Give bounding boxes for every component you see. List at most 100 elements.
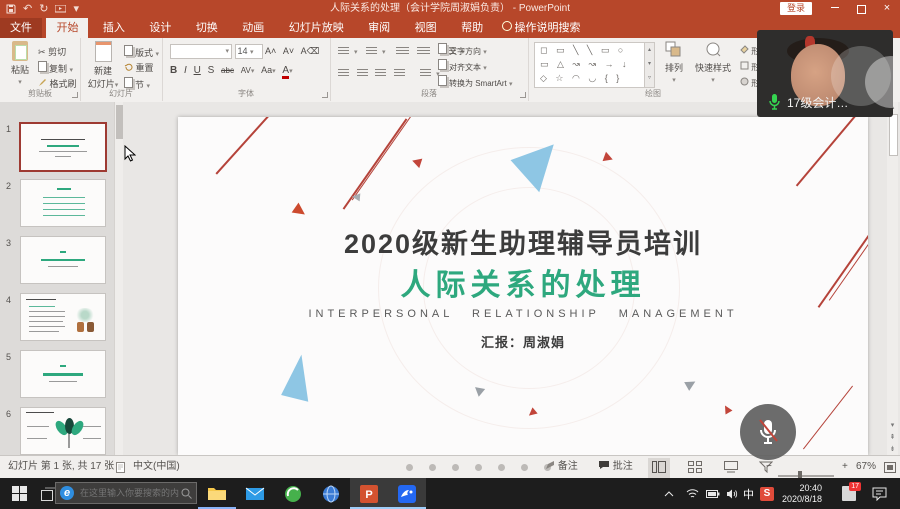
close-button[interactable]: × — [874, 0, 900, 18]
notes-icon — [545, 460, 555, 470]
new-slide-icon — [95, 41, 112, 62]
powerpoint-icon: P — [360, 485, 378, 503]
clipboard-dialog-launcher[interactable] — [72, 92, 78, 98]
file-explorer-button[interactable] — [198, 478, 236, 509]
underline-button[interactable]: U — [194, 65, 201, 76]
thumbnail-slide-1[interactable] — [19, 122, 107, 172]
shrink-font-button[interactable]: A˅ — [283, 46, 294, 56]
layout-button[interactable]: 版式 ▾ — [124, 45, 159, 59]
convert-smartart-button[interactable]: 转换为 SmartArt ▾ — [438, 75, 513, 89]
browser-blue-button[interactable] — [312, 478, 350, 509]
numbering-icon[interactable] — [366, 47, 377, 56]
notification-app-icon[interactable]: 17 — [842, 478, 856, 509]
bold-button[interactable]: B — [170, 65, 177, 76]
ime-indicator[interactable]: 中 — [743, 478, 754, 509]
align-text-button[interactable]: 对齐文本 ▾ — [438, 59, 487, 73]
shapes-gallery[interactable]: ◻ ▭ ╲ ╲ ▭ ○ ▭ △ ↝ ↝ → ↓ ◇ ☆ ◠ ◡ { } — [534, 42, 649, 88]
meeting-app-taskbar-button[interactable] — [388, 478, 426, 509]
copy-button[interactable]: 复制 ▾ — [38, 61, 73, 75]
webcam-overlay[interactable]: 17级会计… — [757, 30, 893, 117]
tab-view[interactable]: 视图 — [405, 18, 447, 38]
shapes-gallery-scroll[interactable]: ▴▾▿ — [644, 42, 655, 88]
tab-transitions[interactable]: 切换 — [186, 18, 228, 38]
clear-formatting-button[interactable]: A⌫ — [301, 46, 320, 57]
arrange-button[interactable]: 排列▾ — [658, 41, 690, 84]
grow-font-button[interactable]: A˄ — [265, 46, 276, 56]
slide-number-indicator[interactable]: 幻灯片 第 1 张, 共 17 张 — [8, 456, 114, 478]
minimize-button[interactable] — [822, 0, 848, 18]
new-slide-button[interactable]: 新建幻灯片▾ — [86, 41, 120, 90]
tab-insert[interactable]: 插入 — [93, 18, 135, 38]
thumbnail-slide-3[interactable] — [20, 236, 106, 284]
columns-icon[interactable] — [420, 69, 431, 78]
zoom-level[interactable]: 67% — [856, 456, 876, 478]
next-slide-button[interactable]: ⇟ — [887, 445, 898, 453]
font-color-button[interactable]: A▾ — [282, 65, 292, 76]
thumbnail-slide-2[interactable] — [20, 179, 106, 227]
tab-help[interactable]: 帮助 — [451, 18, 493, 38]
browser-green-button[interactable] — [274, 478, 312, 509]
align-center-icon[interactable] — [357, 69, 368, 78]
previous-slide-button[interactable]: ⇞ — [887, 433, 898, 441]
italic-button[interactable]: I — [184, 65, 187, 76]
action-center-icon[interactable] — [872, 478, 887, 509]
thumbnail-slide-4[interactable] — [20, 293, 106, 341]
spellcheck-icon[interactable] — [116, 462, 127, 473]
tab-file[interactable]: 文件 — [0, 18, 42, 38]
meeting-dock[interactable] — [406, 457, 567, 479]
comments-button[interactable]: 批注 — [598, 456, 633, 478]
increase-indent-icon[interactable] — [417, 47, 430, 56]
text-shadow-button[interactable]: S — [208, 65, 215, 76]
mic-muted-icon — [756, 417, 780, 447]
thumbnail-slide-6[interactable] — [20, 407, 106, 455]
restore-button[interactable] — [848, 0, 874, 18]
language-indicator[interactable]: 中文(中国) — [133, 456, 180, 478]
font-size-combo[interactable]: 14 ▾ — [235, 44, 263, 59]
strikethrough-button[interactable]: abc — [221, 66, 234, 75]
arrange-icon — [665, 41, 683, 59]
powerpoint-taskbar-button[interactable]: P — [350, 478, 388, 509]
font-name-combo[interactable]: ▾ — [170, 44, 232, 59]
sign-in-button[interactable]: 登录 — [780, 2, 812, 15]
search-input[interactable] — [78, 487, 181, 499]
slide-sorter-view-button[interactable] — [684, 458, 706, 478]
font-dialog-launcher[interactable] — [322, 92, 328, 98]
notes-button[interactable]: 备注 — [545, 456, 578, 478]
tray-chevron[interactable] — [664, 478, 674, 509]
align-left-icon[interactable] — [338, 69, 349, 78]
normal-view-button[interactable] — [648, 458, 670, 478]
tab-slideshow[interactable]: 幻灯片放映 — [279, 18, 354, 38]
bullets-icon[interactable] — [338, 47, 349, 56]
tray-clock[interactable]: 20:402020/8/18 — [782, 478, 834, 509]
zoom-in-button[interactable]: + — [842, 456, 848, 478]
quick-styles-button[interactable]: 快速样式▾ — [692, 41, 734, 84]
cut-button[interactable]: ✂ 剪切 — [38, 45, 66, 58]
fit-slide-icon[interactable] — [884, 462, 896, 473]
paste-button[interactable]: 粘贴▾ — [5, 41, 35, 86]
reset-button[interactable]: 重置 — [124, 61, 154, 74]
wifi-icon[interactable] — [686, 478, 699, 509]
shape-outline-icon — [740, 61, 749, 70]
volume-icon[interactable] — [726, 478, 738, 509]
tab-animations[interactable]: 动画 — [232, 18, 274, 38]
tell-me-box[interactable]: 操作说明搜索 — [498, 18, 581, 38]
align-right-icon[interactable] — [375, 69, 386, 78]
tab-review[interactable]: 审阅 — [358, 18, 400, 38]
mail-button[interactable] — [236, 478, 274, 509]
sogou-input-icon[interactable]: S — [760, 478, 774, 509]
tab-design[interactable]: 设计 — [139, 18, 181, 38]
reading-view-button[interactable] — [720, 458, 742, 478]
battery-icon[interactable] — [706, 478, 720, 509]
change-case-button[interactable]: Aa▾ — [261, 65, 276, 75]
text-direction-button[interactable]: 文字方向 ▾ — [438, 43, 487, 57]
justify-icon[interactable] — [394, 69, 405, 78]
thumbnail-slide-5[interactable] — [20, 350, 106, 398]
decrease-indent-icon[interactable] — [396, 47, 409, 56]
character-spacing-button[interactable]: AV▾ — [241, 66, 255, 75]
tab-home[interactable]: 开始 — [46, 18, 88, 38]
taskbar-search[interactable]: e — [55, 482, 197, 504]
paragraph-dialog-launcher[interactable] — [520, 92, 526, 98]
mute-button[interactable] — [740, 404, 796, 460]
slide-scrollbar[interactable]: ▴ ▾ ⇞ ⇟ — [887, 102, 898, 455]
shape-effects-icon — [740, 77, 749, 86]
